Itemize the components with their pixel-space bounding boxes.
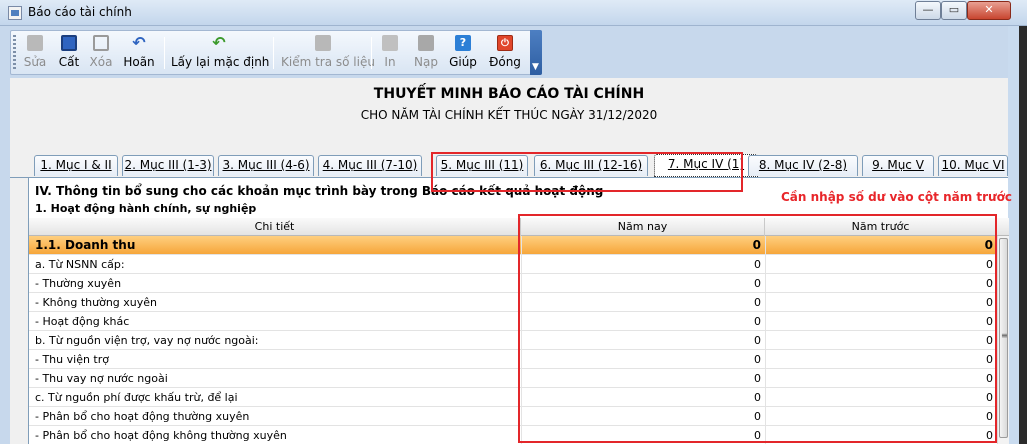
load-icon: [418, 35, 434, 51]
load-label: Nạp: [414, 55, 438, 69]
toolbar: Sửa Cất Xóa ↶ Hoãn ↶ Lấy lại mặc định Ki…: [10, 30, 542, 75]
print-label: In: [384, 55, 396, 69]
close-window-button[interactable]: ✕: [967, 1, 1011, 20]
detail-cell: - Thu viện trợ: [35, 353, 109, 366]
minimize-button[interactable]: —: [915, 1, 941, 20]
column-header-detail[interactable]: Chi tiết: [29, 218, 521, 236]
check-data-button[interactable]: Kiểm tra số liệu: [281, 33, 375, 73]
section-subheading: 1. Hoạt động hành chính, sự nghiệp: [35, 202, 257, 215]
delete-icon: [93, 35, 109, 51]
toolbar-separator: [371, 37, 372, 69]
close-button[interactable]: ⏻ Đóng: [487, 33, 523, 73]
detail-cell: a. Từ NSNN cấp:: [35, 258, 125, 271]
detail-cell: - Phân bổ cho hoạt động không thường xuy…: [35, 429, 287, 442]
load-button[interactable]: Nạp: [411, 33, 441, 73]
tab-muc-3-4-6[interactable]: 3. Mục III (4-6): [218, 155, 314, 176]
toolbar-grip[interactable]: [13, 35, 16, 71]
detail-cell: b. Từ nguồn viện trợ, vay nợ nước ngoài:: [35, 334, 259, 347]
check-data-label: Kiểm tra số liệu: [281, 55, 375, 69]
delete-label: Xóa: [89, 55, 113, 69]
save-label: Cất: [58, 55, 80, 69]
toolbar-separator: [164, 37, 165, 69]
window-title: Báo cáo tài chính: [28, 5, 132, 19]
vertical-scrollbar[interactable]: ≡: [997, 236, 1009, 444]
tab-muc-4-2-8[interactable]: 8. Mục IV (2-8): [748, 155, 858, 176]
toolbar-overflow-button[interactable]: ▼: [530, 30, 542, 75]
window-title-bar: Báo cáo tài chính — ▭ ✕: [0, 0, 1027, 26]
report-subtitle: CHO NĂM TÀI CHÍNH KẾT THÚC NGÀY 31/12/20…: [360, 108, 658, 122]
app-icon: [8, 6, 22, 20]
reload-default-icon: ↶: [212, 33, 226, 52]
print-icon: [382, 35, 398, 51]
delete-button[interactable]: Xóa: [87, 33, 115, 73]
tab-muc-6[interactable]: 10. Mục VI: [938, 155, 1008, 176]
scroll-grip-icon: ≡: [1001, 331, 1008, 340]
reload-default-button[interactable]: ↶ Lấy lại mặc định: [171, 33, 270, 73]
detail-cell: c. Từ nguồn phí được khấu trừ, để lại: [35, 391, 238, 404]
reload-default-label: Lấy lại mặc định: [171, 55, 270, 69]
maximize-button[interactable]: ▭: [941, 1, 967, 20]
print-button[interactable]: In: [377, 33, 403, 73]
detail-cell: - Phân bổ cho hoạt động thường xuyên: [35, 410, 250, 423]
tab-muc-1-2[interactable]: 1. Mục I & II: [34, 155, 118, 176]
detail-cell: - Hoạt động khác: [35, 315, 130, 328]
undo-button[interactable]: ↶ Hoãn: [121, 33, 157, 73]
help-button[interactable]: ? Giúp: [447, 33, 479, 73]
save-button[interactable]: Cất: [55, 33, 83, 73]
chevron-down-icon: ▼: [532, 62, 539, 72]
help-label: Giúp: [449, 55, 477, 69]
undo-icon: ↶: [132, 33, 146, 52]
detail-cell: - Thu vay nợ nước ngoài: [35, 372, 168, 385]
edit-icon: [27, 35, 43, 51]
tab-muc-3-7-10[interactable]: 4. Mục III (7-10): [318, 155, 422, 176]
tab-muc-3-1-3[interactable]: 2. Mục III (1-3): [122, 155, 214, 176]
detail-cell: 1.1. Doanh thu: [35, 238, 136, 252]
check-data-icon: [315, 35, 331, 51]
help-icon: ?: [455, 35, 471, 51]
undo-label: Hoãn: [123, 55, 155, 69]
close-icon: ⏻: [497, 35, 513, 51]
tab-muc-5[interactable]: 9. Mục V: [862, 155, 934, 176]
annotation-note: Cần nhập số dư vào cột năm trước: [781, 190, 1012, 204]
save-icon: [61, 35, 77, 51]
report-title: THUYẾT MINH BÁO CÁO TÀI CHÍNH: [373, 86, 645, 102]
tabs-callout-box: [431, 152, 743, 192]
toolbar-separator: [273, 37, 274, 69]
window-right-frame: [1019, 26, 1027, 444]
edit-button[interactable]: Sửa: [21, 33, 49, 73]
detail-cell: - Thường xuyên: [35, 277, 122, 290]
close-label: Đóng: [489, 55, 521, 69]
columns-callout-box: [518, 214, 997, 443]
edit-label: Sửa: [23, 55, 47, 69]
scrollbar-thumb[interactable]: ≡: [999, 238, 1008, 438]
detail-cell: - Không thường xuyên: [35, 296, 157, 309]
